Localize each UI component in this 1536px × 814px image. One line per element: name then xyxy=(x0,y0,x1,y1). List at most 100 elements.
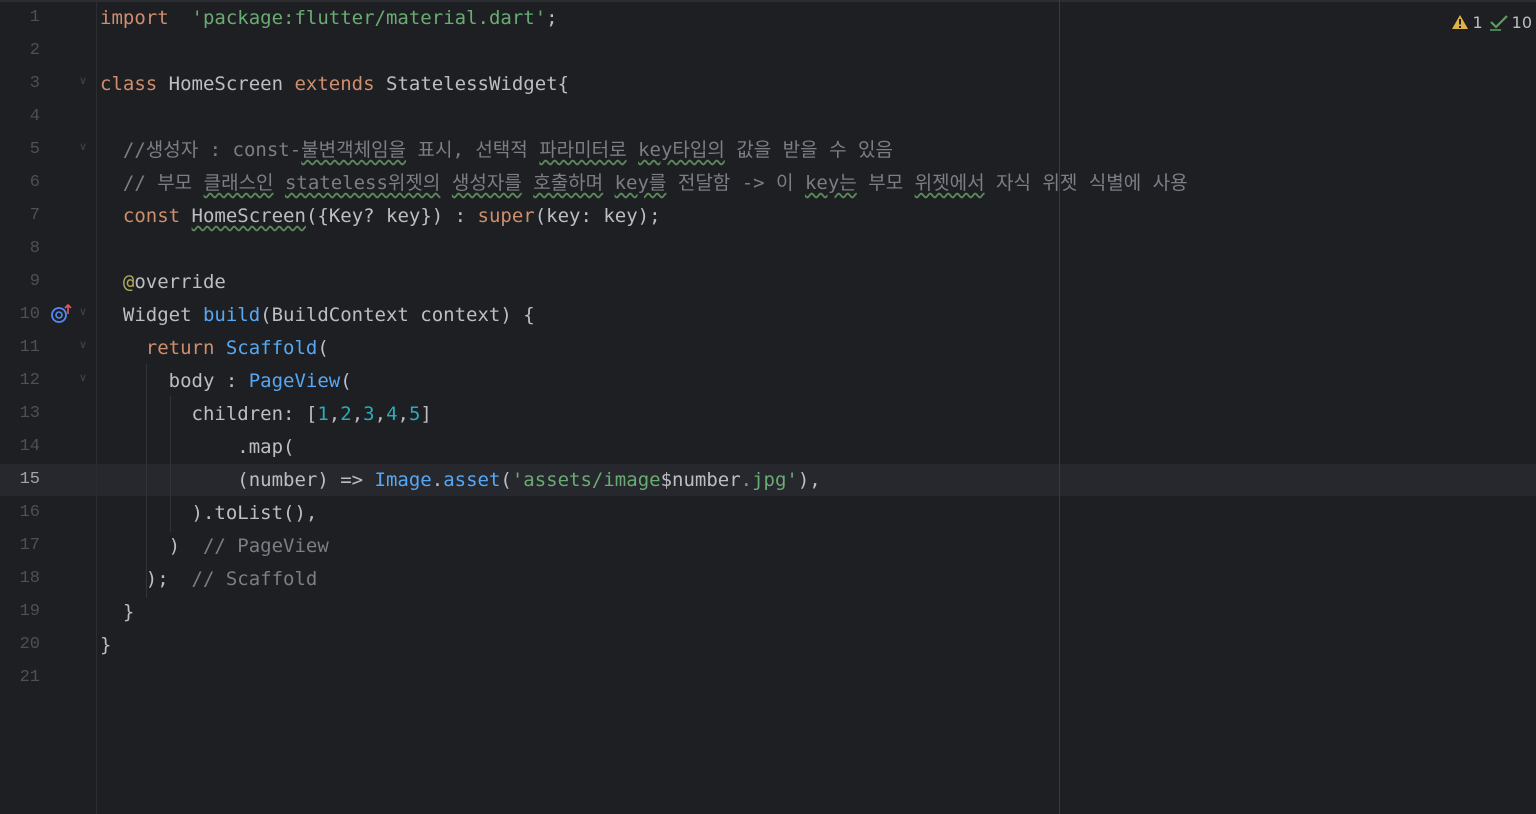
code-line[interactable]: 16 ).toList(), xyxy=(0,497,1536,530)
code-line[interactable]: 12 ∨ body : PageView( xyxy=(0,365,1536,398)
line-number[interactable]: 3 xyxy=(0,74,40,94)
code-text[interactable]: const HomeScreen({Key? key}) : super(key… xyxy=(100,203,661,229)
line-number[interactable]: 2 xyxy=(0,41,40,61)
line-number[interactable]: 10 xyxy=(0,305,40,325)
line-number[interactable]: 7 xyxy=(0,206,40,226)
line-number[interactable]: 21 xyxy=(0,668,40,688)
code-token: children: [ xyxy=(100,403,318,425)
code-line[interactable]: 21 xyxy=(0,662,1536,695)
line-number[interactable]: 5 xyxy=(0,140,40,160)
code-line[interactable]: 19 } xyxy=(0,596,1536,629)
code-token: extends xyxy=(294,73,375,95)
code-line[interactable]: 3 ∨ class HomeScreen extends StatelessWidg… xyxy=(0,68,1536,101)
line-number[interactable]: 1 xyxy=(0,8,40,28)
code-line[interactable]: 15 (number) => Image.asset('assets/image… xyxy=(0,464,1536,497)
fold-chevron-icon[interactable]: ∨ xyxy=(79,306,89,317)
code-text[interactable]: body : PageView( xyxy=(100,368,352,394)
line-number[interactable]: 11 xyxy=(0,338,40,358)
code-line[interactable]: 11 ∨ return Scaffold( xyxy=(0,332,1536,365)
line-number[interactable]: 13 xyxy=(0,404,40,424)
code-text[interactable]: @override xyxy=(100,269,226,295)
code-token: 'package:flutter/material.dart' xyxy=(191,7,547,29)
line-number[interactable]: 16 xyxy=(0,503,40,523)
checks-indicator[interactable]: 10 xyxy=(1489,13,1532,32)
code-text[interactable]: Widget build(BuildContext context) { xyxy=(100,302,535,328)
line-number[interactable]: 20 xyxy=(0,635,40,655)
code-text[interactable]: ); // Scaffold xyxy=(100,566,318,592)
code-token: Scaffold xyxy=(225,337,318,359)
code-text[interactable]: ) // PageView xyxy=(100,533,329,559)
warnings-indicator[interactable]: 1 xyxy=(1451,13,1483,32)
warning-icon xyxy=(1452,15,1469,29)
inspection-status[interactable]: 1 10 xyxy=(1451,11,1532,33)
code-text[interactable]: class HomeScreen extends StatelessWidget… xyxy=(100,71,569,97)
code-token: HomeScreen xyxy=(157,73,295,95)
check-icon xyxy=(1489,15,1508,31)
code-token: StatelessWidget{ xyxy=(374,73,570,95)
code-token: //생성자 : const- xyxy=(100,139,302,161)
code-text[interactable]: } xyxy=(100,632,111,658)
override-method-icon[interactable] xyxy=(50,303,74,325)
code-line[interactable]: 13 children: [1,2,3,4,5] xyxy=(0,398,1536,431)
code-token: @ xyxy=(122,271,135,293)
code-line[interactable]: 7 const HomeScreen({Key? key}) : super(k… xyxy=(0,200,1536,233)
code-token: , xyxy=(397,403,409,425)
code-line[interactable]: 17 ) // PageView xyxy=(0,530,1536,563)
code-token: class xyxy=(100,73,158,95)
code-line[interactable]: 20} xyxy=(0,629,1536,662)
line-number[interactable]: 12 xyxy=(0,371,40,391)
code-text[interactable]: import 'package:flutter/material.dart'; xyxy=(100,5,558,31)
code-text[interactable]: .map( xyxy=(100,434,294,460)
code-text[interactable]: ).toList(), xyxy=(100,500,318,526)
code-token: key타입의 xyxy=(638,139,725,161)
code-token: key는 xyxy=(804,172,857,194)
code-line[interactable]: 18 ); // Scaffold xyxy=(0,563,1536,596)
code-line[interactable]: 9 @override xyxy=(0,266,1536,299)
code-token: } xyxy=(100,601,135,623)
code-token: // 부모 xyxy=(100,172,204,194)
code-text[interactable]: (number) => Image.asset('assets/image$nu… xyxy=(100,467,820,493)
code-line[interactable]: 2 xyxy=(0,35,1536,68)
line-number[interactable]: 19 xyxy=(0,602,40,622)
fold-chevron-icon[interactable]: ∨ xyxy=(79,75,89,86)
code-text[interactable]: return Scaffold( xyxy=(100,335,329,361)
code-token: 4 xyxy=(386,403,398,425)
code-token: (number) => xyxy=(100,469,375,491)
code-token: , xyxy=(374,403,387,425)
code-editor[interactable]: 1 import 'package:flutter/material.dart';… xyxy=(0,0,1536,814)
code-line[interactable]: 4 xyxy=(0,101,1536,134)
code-text[interactable]: } xyxy=(100,599,134,625)
code-token: ).toList(), xyxy=(100,502,318,524)
line-number[interactable]: 17 xyxy=(0,536,40,556)
code-token: .map( xyxy=(100,436,295,458)
code-text[interactable]: children: [1,2,3,4,5] xyxy=(100,401,432,427)
code-token: stateless위젯의 xyxy=(284,172,441,194)
line-number[interactable]: 14 xyxy=(0,437,40,457)
line-number[interactable]: 18 xyxy=(0,569,40,589)
code-line[interactable]: 10 ∨ Widget build(BuildContext context) { xyxy=(0,299,1536,332)
code-line[interactable]: 8 xyxy=(0,233,1536,266)
fold-chevron-icon[interactable]: ∨ xyxy=(79,339,89,350)
code-line[interactable]: 14 .map( xyxy=(0,431,1536,464)
code-line[interactable]: 5 ∨ //생성자 : const-불변객체임을 표시, 선택적 파라미터로 ke… xyxy=(0,134,1536,167)
code-token: ; xyxy=(546,7,558,29)
line-number[interactable]: 4 xyxy=(0,107,40,127)
code-token: ] xyxy=(420,403,432,425)
code-text[interactable]: //생성자 : const-불변객체임을 표시, 선택적 파라미터로 key타입… xyxy=(100,137,893,163)
line-number[interactable]: 15 xyxy=(0,470,40,490)
line-number[interactable]: 8 xyxy=(0,239,40,259)
code-token: , xyxy=(351,403,364,425)
code-line[interactable]: 6 // 부모 클래스인 stateless위젯의 생성자를 호출하며 key를… xyxy=(0,167,1536,200)
checks-count: 10 xyxy=(1511,12,1532,32)
fold-chevron-icon[interactable]: ∨ xyxy=(79,372,89,383)
code-line[interactable]: 1 import 'package:flutter/material.dart'; xyxy=(0,2,1536,35)
line-number[interactable]: 6 xyxy=(0,173,40,193)
fold-chevron-icon[interactable]: ∨ xyxy=(79,141,89,152)
code-text[interactable]: // 부모 클래스인 stateless위젯의 생성자를 호출하며 key를 전… xyxy=(100,170,1188,196)
line-number[interactable]: 9 xyxy=(0,272,40,292)
